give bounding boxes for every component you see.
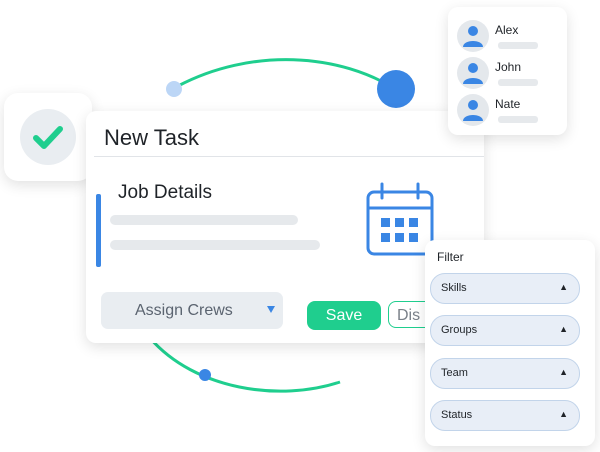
crew-member-name: Alex: [495, 23, 519, 37]
filter-label: Status: [441, 409, 473, 421]
section-accent-bar: [96, 194, 101, 267]
filter-label: Team: [441, 367, 468, 379]
filter-team[interactable]: Team ▲: [430, 358, 580, 389]
placeholder-line: [110, 215, 298, 225]
orbit-arc-top: [177, 58, 401, 94]
avatar: [457, 57, 489, 89]
task-title: New Task: [104, 125, 199, 150]
save-button[interactable]: Save: [307, 301, 381, 330]
chevron-up-icon: ▲: [559, 367, 568, 377]
placeholder-line: [498, 42, 538, 49]
check-circle: [20, 109, 76, 165]
filter-groups[interactable]: Groups ▲: [430, 315, 580, 346]
orbit-dot-light: [166, 81, 182, 97]
crew-list-card: Alex John Nate: [448, 7, 567, 135]
section-title: Job Details: [118, 182, 212, 203]
crew-member[interactable]: Alex: [457, 20, 561, 54]
orbit-arc-bottom: [148, 337, 341, 393]
crew-member[interactable]: Nate: [457, 94, 561, 128]
filter-label: Skills: [441, 282, 467, 294]
user-icon: [463, 100, 483, 121]
filter-status[interactable]: Status ▲: [430, 400, 580, 431]
filter-label: Groups: [441, 324, 478, 336]
orbit-dot-large: [377, 70, 415, 108]
crew-member[interactable]: John: [457, 57, 561, 91]
avatar: [457, 94, 489, 126]
chevron-up-icon: ▲: [559, 282, 568, 292]
check-badge: [4, 93, 92, 181]
avatar: [457, 20, 489, 52]
user-icon: [463, 26, 483, 47]
placeholder-line: [110, 240, 320, 250]
crew-member-name: Nate: [495, 97, 521, 111]
filter-skills[interactable]: Skills ▲: [430, 273, 580, 304]
filter-panel: Filter Skills ▲ Groups ▲ Team ▲ Status ▲: [425, 240, 595, 446]
checkmark-icon: [33, 126, 63, 149]
placeholder-line: [498, 116, 538, 123]
chevron-down-icon: [267, 306, 275, 313]
assign-crews-value: Assign Crews: [135, 302, 233, 319]
crew-member-name: John: [495, 60, 522, 74]
orbit-dot-small: [199, 369, 211, 381]
placeholder-line: [498, 79, 538, 86]
chevron-up-icon: ▲: [559, 324, 568, 334]
user-icon: [463, 63, 483, 84]
header-divider: [94, 156, 484, 157]
filter-title: Filter: [437, 250, 464, 264]
chevron-up-icon: ▲: [559, 409, 568, 419]
assign-crews-select[interactable]: Assign Crews: [101, 292, 283, 329]
